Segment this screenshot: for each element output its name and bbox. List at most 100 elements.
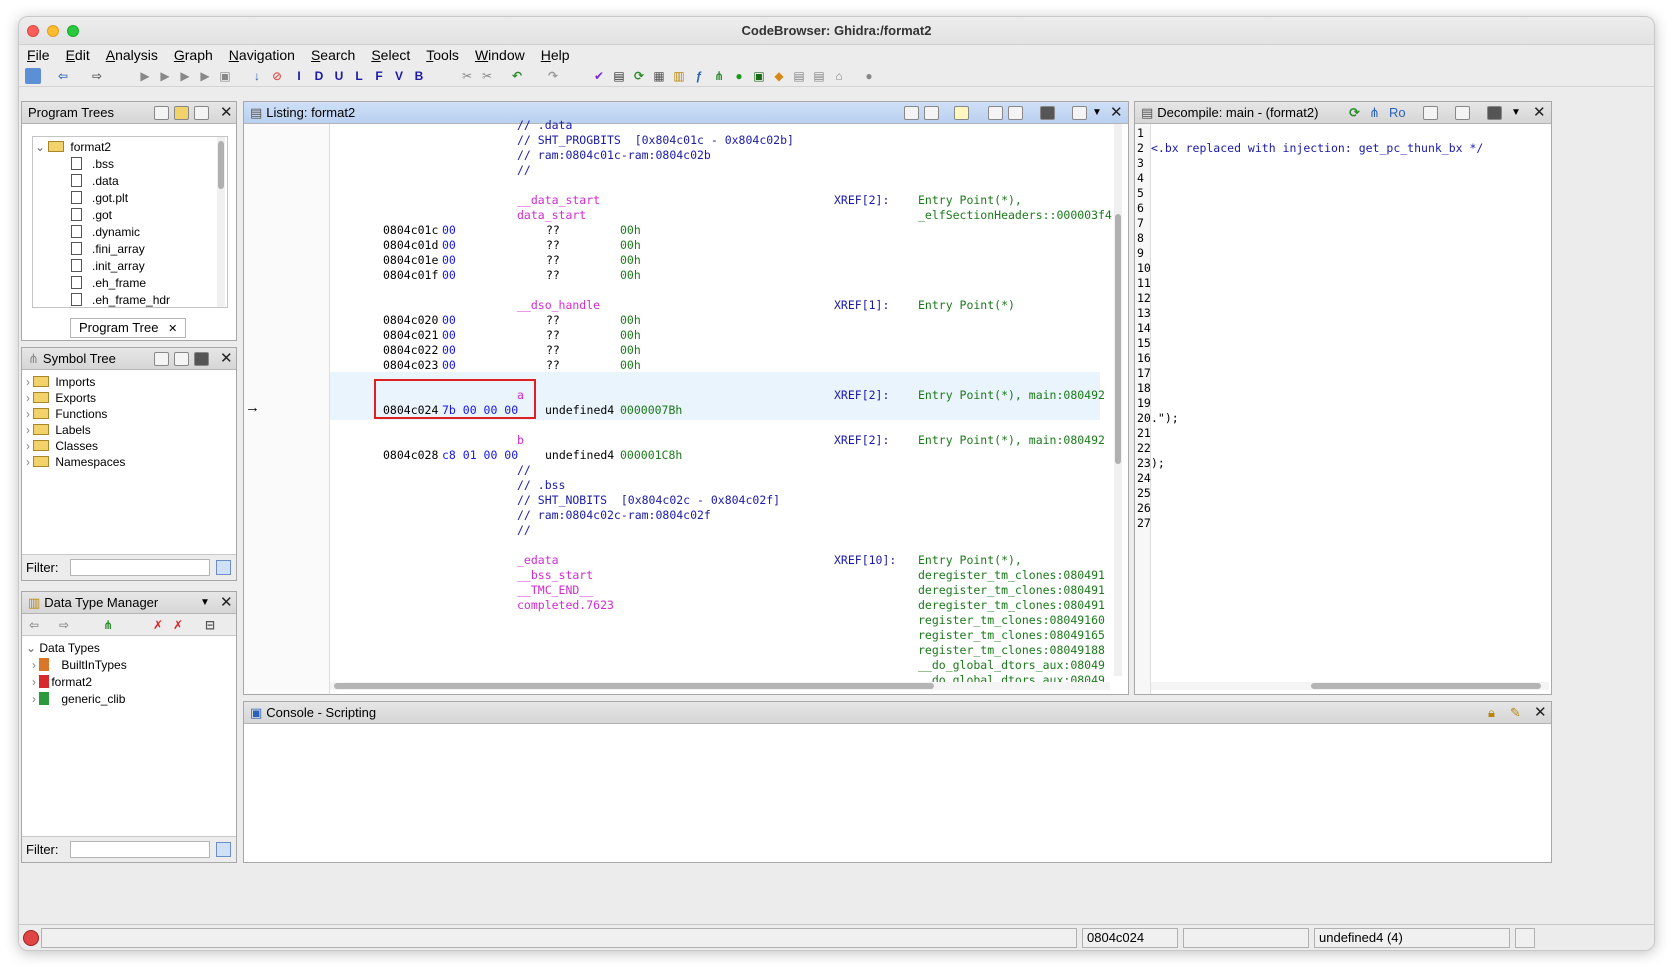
node-icon[interactable]: ⋔ [100,617,116,633]
tree-item[interactable]: .bss [71,156,114,173]
collapse-icon[interactable]: ⊟ [202,617,218,633]
listing-mnemonic[interactable]: undefined4 [545,403,614,418]
menu-graph[interactable]: Graph [166,45,221,65]
forward-arrow-icon[interactable]: ⇨ [56,617,72,633]
listing-comment[interactable]: // ram:0804c01c-ram:0804c02b [517,148,711,163]
listing-mnemonic[interactable]: ?? [546,328,560,343]
listing-xref[interactable]: Entry Point(*), [918,553,1022,568]
nav-undefined-icon[interactable]: ▶ [177,68,193,84]
decompile-code-line[interactable]: ."); [1151,411,1179,426]
listing-xref-header[interactable]: XREF[10]: [834,553,896,568]
listing-address[interactable]: 0804c01f [383,268,438,283]
listing-xref-header[interactable]: XREF[2]: [834,433,889,448]
listing-xref[interactable]: Entry Point(*), main:080492 [918,388,1105,403]
toggle-icon[interactable] [1008,106,1023,120]
dtm-root[interactable]: ⌄ Data Types [26,640,100,657]
checkmark-icon[interactable]: ✔ [591,68,607,84]
close-icon[interactable]: ✕ [1533,102,1546,123]
menu-file[interactable]: File [19,45,58,65]
listing-operand[interactable]: 00h [620,358,641,373]
listing-address[interactable]: 0804c020 [383,313,438,328]
run-icon[interactable]: ● [731,68,747,84]
listing-comment[interactable]: // [517,523,531,538]
edit-fields-icon[interactable] [988,106,1003,120]
table2-icon[interactable]: ▤ [811,68,827,84]
symbol-filter-input[interactable] [70,559,210,576]
decompile-code-line[interactable]: ); [1151,456,1165,471]
listing-xref[interactable]: Entry Point(*), main:080492 [918,433,1105,448]
listing-xref-header[interactable]: XREF[2]: [834,388,889,403]
hscroll-thumb[interactable] [334,683,934,689]
listing-bytes[interactable]: 00 [442,313,456,328]
tree-action-icon[interactable] [194,106,209,120]
symbol-labels[interactable]: › Labels [26,422,91,439]
close-icon[interactable]: ✕ [220,348,233,369]
tree-item[interactable]: .data [71,173,119,190]
listing-address[interactable]: 0804c021 [383,328,438,343]
read-only-toggle[interactable]: Ro [1389,102,1406,123]
nav-v-icon[interactable]: V [391,68,407,84]
copy-icon[interactable] [904,106,919,120]
function-graph-icon[interactable]: ƒ [691,68,707,84]
symbol-action-icon[interactable] [154,352,169,366]
menu-edit[interactable]: Edit [58,45,98,65]
nav-u-icon[interactable]: U [331,68,347,84]
listing-comment[interactable]: // .data [517,118,572,133]
listing-bytes[interactable]: 00 [442,358,456,373]
refresh-icon[interactable]: ⟳ [1349,102,1360,123]
listing-label[interactable]: _edata [517,553,559,568]
edit-icon[interactable] [1455,106,1470,120]
listing-mnemonic[interactable]: ?? [546,253,560,268]
listing-label[interactable]: __TMC_END__ [517,583,593,598]
memory-icon[interactable]: ▦ [651,68,667,84]
nav-b-icon[interactable]: B [411,68,427,84]
paste-icon[interactable] [924,106,939,120]
menu-analysis[interactable]: Analysis [98,45,166,65]
lock-icon[interactable]: 🔒︎ [1488,702,1495,723]
listing-xref[interactable]: deregister_tm_clones:080491 [918,583,1105,598]
dtm-filter-input[interactable] [70,841,210,858]
redo-icon[interactable]: ↷ [545,68,561,84]
snapshot-icon[interactable] [194,352,209,366]
tree-graph-icon[interactable]: ⋔ [711,68,727,84]
listing-mnemonic[interactable]: ?? [546,238,560,253]
listing-comment[interactable]: // SHT_NOBITS [0x804c02c - 0x804c02f] [517,493,780,508]
symbol-namespaces[interactable]: › Namespaces [26,454,125,471]
listing-bytes[interactable]: 00 [442,223,456,238]
filter-options-icon[interactable] [216,842,231,857]
symbol-exports[interactable]: › Exports [26,390,96,407]
decompile-code-line[interactable]: <.bx replaced with injection: get_pc_thu… [1151,141,1483,156]
diamond-icon[interactable]: ◆ [771,68,787,84]
listing-xref[interactable]: register_tm_clones:08049188 [918,643,1105,658]
listing-label[interactable]: __dso_handle [517,298,600,313]
clear-console-icon[interactable]: ✎ [1510,702,1521,723]
listing-label[interactable]: b [517,433,524,448]
save-icon[interactable] [25,68,41,84]
tree-item[interactable]: .eh_frame [71,275,146,292]
menu-select[interactable]: Select [363,45,418,65]
listing-label[interactable]: __bss_start [517,568,593,583]
nav-f-icon[interactable]: F [371,68,387,84]
nav-i-icon[interactable]: I [291,68,307,84]
layout-icon[interactable] [1072,106,1087,120]
new-tree-icon[interactable] [154,106,169,120]
listing-xref[interactable]: register_tm_clones:08049165 [918,628,1105,643]
listing-mnemonic[interactable]: ?? [546,313,560,328]
listing-address[interactable]: 0804c028 [383,448,438,463]
open-folder-icon[interactable] [174,106,189,120]
zoom-window-icon[interactable] [67,25,79,37]
listing-bytes[interactable]: 00 [442,328,456,343]
network-icon[interactable]: ⌂ [831,68,847,84]
down-arrow-icon[interactable]: ↓ [249,68,265,84]
datatype-icon[interactable]: ▥ [671,68,687,84]
listing-bytes[interactable]: 00 [442,343,456,358]
listing-bytes[interactable]: c8 01 00 00 [442,448,518,463]
listing-operand[interactable]: 00h [620,223,641,238]
listing-mnemonic[interactable]: ?? [546,358,560,373]
dropdown-icon[interactable]: ▼ [1511,102,1521,123]
scroll-thumb[interactable] [218,141,224,189]
tree-root[interactable]: ⌄ format2 [35,139,111,156]
forward-arrow-icon[interactable]: ⇨ [89,68,105,84]
symbol-action2-icon[interactable] [174,352,189,366]
back-arrow-icon[interactable]: ⇦ [26,617,42,633]
